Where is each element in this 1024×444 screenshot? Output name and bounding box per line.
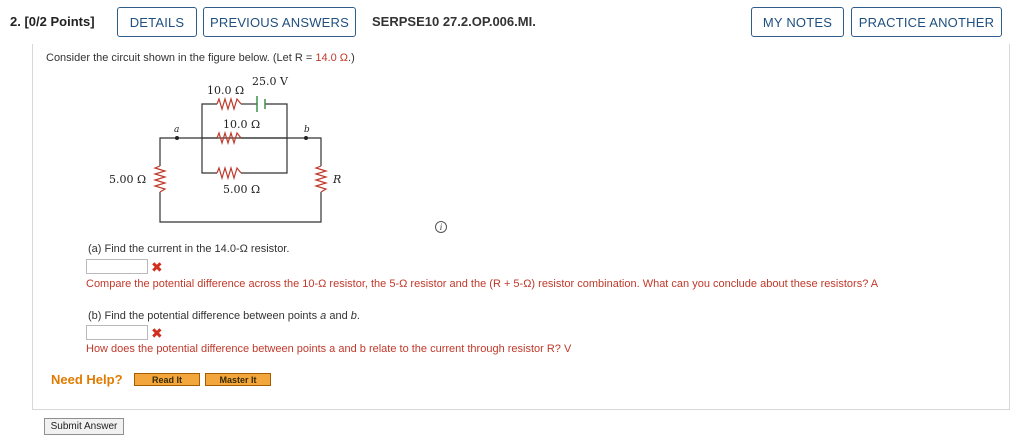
resistor-right-label: R bbox=[332, 173, 341, 186]
battery-symbol bbox=[256, 96, 266, 112]
resistor-top bbox=[216, 96, 242, 112]
info-icon[interactable]: i bbox=[435, 221, 447, 233]
point-a-dot bbox=[175, 136, 179, 140]
prompt-text-end: .) bbox=[348, 52, 355, 64]
part-b-and: and bbox=[326, 310, 351, 322]
part-b-question: (b) Find the potential difference betwee… bbox=[88, 310, 360, 322]
resistor-top-label: 10.0 Ω bbox=[207, 84, 244, 97]
part-b-question-text: (b) Find the potential difference betwee… bbox=[88, 310, 321, 322]
circuit-diagram: 25.0 V 10.0 Ω 10.0 Ω 5.00 Ω 5.00 Ω R a b bbox=[109, 75, 341, 223]
part-b-feedback: How does the potential difference betwee… bbox=[86, 343, 572, 355]
part-b-answer-input[interactable] bbox=[86, 325, 148, 340]
problem-prompt: Consider the circuit shown in the figure… bbox=[46, 52, 355, 64]
resistor-bottom bbox=[216, 165, 242, 181]
resistor-middle-label: 10.0 Ω bbox=[223, 118, 260, 131]
question-code: SERPSE10 27.2.OP.006.MI. bbox=[372, 14, 536, 29]
part-b-period: . bbox=[356, 310, 360, 322]
resistor-right bbox=[313, 165, 329, 193]
resistor-left bbox=[152, 165, 168, 193]
prompt-text: Consider the circuit shown in the figure… bbox=[46, 52, 316, 64]
point-a-label: a bbox=[174, 125, 179, 135]
battery-label: 25.0 V bbox=[252, 75, 289, 88]
question-header: 2. [0/2 Points] DETAILS PREVIOUS ANSWERS… bbox=[0, 0, 1024, 44]
part-a-feedback: Compare the potential difference across … bbox=[86, 278, 879, 290]
previous-answers-button[interactable]: PREVIOUS ANSWERS bbox=[203, 7, 356, 37]
part-b-incorrect-icon: ✖ bbox=[151, 325, 163, 341]
master-it-button[interactable]: Master It bbox=[205, 373, 271, 386]
point-b-label: b bbox=[304, 125, 310, 135]
read-it-button[interactable]: Read It bbox=[134, 373, 200, 386]
point-b-dot bbox=[304, 136, 308, 140]
practice-another-button[interactable]: PRACTICE ANOTHER bbox=[851, 7, 1002, 37]
resistor-left-label: 5.00 Ω bbox=[109, 173, 146, 186]
resistor-bottom-label: 5.00 Ω bbox=[223, 183, 260, 196]
details-button[interactable]: DETAILS bbox=[117, 7, 197, 37]
my-notes-button[interactable]: MY NOTES bbox=[751, 7, 844, 37]
question-points-label: 2. [0/2 Points] bbox=[10, 14, 95, 29]
part-a-answer-input[interactable] bbox=[86, 259, 148, 274]
need-help-label: Need Help? bbox=[51, 372, 123, 387]
submit-answer-button[interactable]: Submit Answer bbox=[44, 418, 124, 435]
part-a-question: (a) Find the current in the 14.0-Ω resis… bbox=[88, 243, 290, 255]
r-value: 14.0 Ω bbox=[315, 52, 349, 64]
part-a-incorrect-icon: ✖ bbox=[151, 259, 163, 275]
